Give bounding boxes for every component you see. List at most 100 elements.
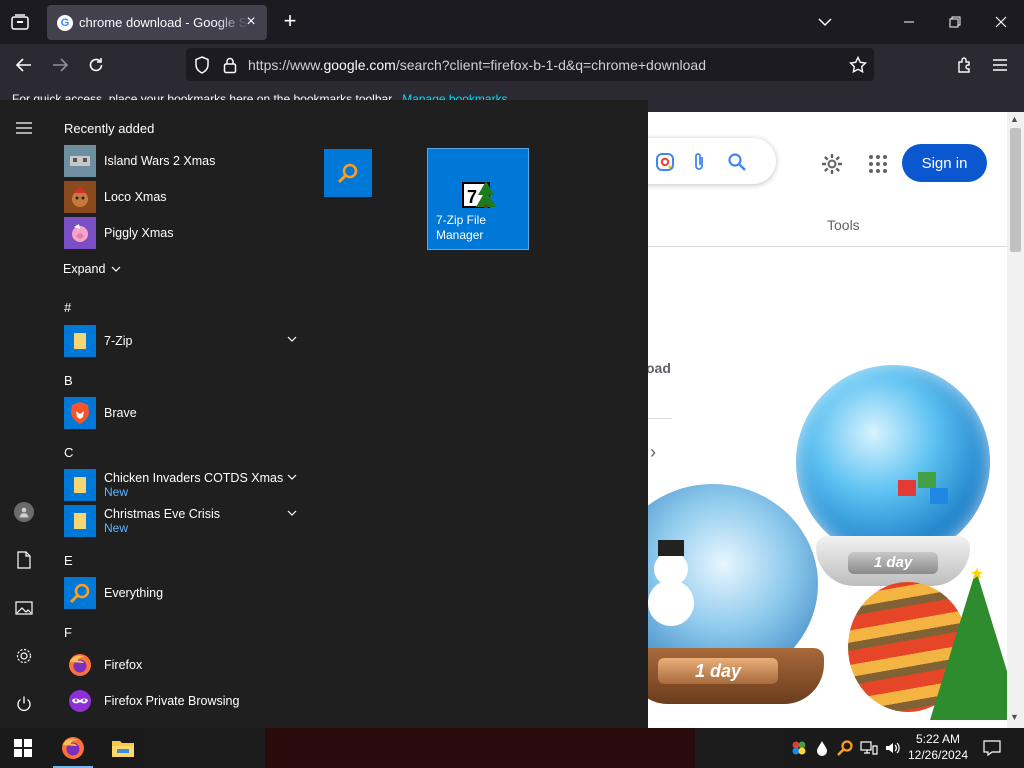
taskbar-firefox[interactable] [50, 728, 96, 768]
group-header-e[interactable]: E [64, 553, 73, 568]
app-everything[interactable]: Everything [64, 576, 304, 610]
firefox-view-button[interactable] [8, 10, 32, 34]
power-button[interactable] [12, 692, 36, 716]
tray-app-icon[interactable] [790, 738, 808, 758]
start-expand-button[interactable] [12, 116, 36, 140]
sign-in-button[interactable]: Sign in [902, 144, 987, 182]
new-tab-button[interactable]: + [279, 10, 301, 34]
gift-box [898, 480, 916, 496]
attach-file-icon[interactable] [688, 151, 710, 173]
list-all-tabs-button[interactable] [815, 12, 835, 32]
everything-search-icon [337, 163, 358, 184]
scroll-up-icon[interactable]: ▲ [1010, 114, 1019, 124]
close-icon [995, 16, 1007, 28]
documents-button[interactable] [12, 548, 36, 572]
power-icon [17, 696, 31, 711]
new-badge: New [104, 485, 129, 499]
expand-recent-button[interactable]: Expand [63, 262, 123, 276]
app-piggly-xmas[interactable]: Piggly Xmas [64, 216, 304, 250]
system-clock[interactable]: 5:22 AM 12/26/2024 [902, 731, 974, 763]
tile-7zip-file-manager[interactable]: 7 7-Zip File Manager [427, 148, 529, 250]
chevron-right-icon[interactable]: › [650, 442, 656, 463]
avatar [14, 502, 34, 522]
app-brave[interactable]: Brave [64, 396, 304, 430]
app-menu-button[interactable] [987, 53, 1013, 77]
desktop-wallpaper-strip [265, 728, 695, 768]
gear-icon [16, 648, 32, 664]
minimize-button[interactable] [898, 12, 920, 32]
app-firefox[interactable]: Firefox [64, 648, 304, 682]
url-bar[interactable]: https://www.google.com/search?client=fir… [186, 48, 874, 81]
search-box[interactable] [648, 138, 776, 184]
start-button[interactable] [0, 728, 46, 768]
clock-time: 5:22 AM [915, 732, 961, 746]
folder-icon [112, 741, 134, 757]
doodle-plaque-right: 1 day [848, 552, 938, 574]
hamburger-menu-icon [16, 122, 32, 134]
reload-button[interactable] [83, 53, 109, 77]
clock-date: 12/26/2024 [907, 748, 969, 762]
app-chicken-invaders-folder[interactable]: Chicken Invaders COTDS Xmas New [64, 468, 304, 502]
firefox-private-icon [64, 685, 96, 717]
app-label: Chicken Invaders COTDS Xmas [104, 471, 284, 485]
forward-arrow-icon [53, 58, 69, 72]
windows-logo-icon [14, 739, 32, 757]
app-firefox-private[interactable]: Firefox Private Browsing [64, 684, 304, 718]
folder-icon [64, 505, 96, 537]
bookmark-star-icon[interactable] [848, 55, 868, 75]
pictures-button[interactable] [12, 596, 36, 620]
notification-icon [983, 740, 1001, 757]
document-icon [17, 551, 31, 569]
firefox-icon [62, 737, 84, 759]
forward-button[interactable] [47, 53, 73, 77]
result-title-fragment[interactable]: oad [648, 360, 671, 376]
picture-icon [15, 601, 33, 615]
lock-icon[interactable] [220, 55, 240, 75]
settings-button[interactable] [820, 152, 844, 176]
network-icon[interactable] [860, 738, 878, 758]
page-scrollbar[interactable]: ▲ ▼ [1007, 112, 1024, 728]
snowman [648, 580, 694, 626]
hamburger-menu-icon [993, 59, 1007, 71]
restore-button[interactable] [944, 12, 966, 32]
extensions-button[interactable] [952, 53, 978, 77]
google-lens-icon[interactable] [654, 151, 676, 173]
user-account-button[interactable] [12, 500, 36, 524]
shield-icon[interactable] [192, 55, 212, 75]
tab-close-icon[interactable]: × [243, 14, 259, 30]
scrollbar-thumb[interactable] [1010, 128, 1021, 252]
app-christmas-eve-crisis-folder[interactable]: Christmas Eve Crisis New [64, 504, 304, 538]
url-text[interactable]: https://www.google.com/search?client=fir… [248, 57, 706, 73]
folder-icon [64, 325, 96, 357]
result-divider [648, 418, 672, 419]
app-loco-xmas[interactable]: Loco Xmas [64, 180, 304, 214]
volume-icon[interactable] [884, 738, 902, 758]
app-label: Island Wars 2 Xmas [104, 154, 216, 168]
taskbar-file-explorer[interactable] [100, 728, 146, 768]
tools-tab[interactable]: Tools [827, 217, 860, 233]
group-header-c[interactable]: C [64, 445, 73, 460]
settings-button[interactable] [12, 644, 36, 668]
close-window-button[interactable] [990, 12, 1012, 32]
tab-active[interactable]: G chrome download - Google Search × [47, 5, 267, 40]
app-7zip-folder[interactable]: 7-Zip [64, 324, 304, 358]
scroll-down-icon[interactable]: ▼ [1010, 712, 1019, 722]
back-arrow-icon [15, 58, 31, 72]
start-rail [0, 100, 48, 728]
group-header-hash[interactable]: # [64, 300, 71, 315]
action-center-button[interactable] [980, 736, 1004, 760]
gear-icon [822, 154, 842, 174]
everything-tray-icon[interactable] [836, 738, 854, 758]
chevron-down-icon [287, 510, 297, 516]
group-header-b[interactable]: B [64, 373, 73, 388]
back-button[interactable] [11, 53, 37, 77]
app-island-wars[interactable]: Island Wars 2 Xmas [64, 144, 304, 178]
search-icon[interactable] [726, 151, 748, 173]
restore-icon [949, 16, 961, 28]
water-drop-icon[interactable] [813, 738, 831, 758]
tile-everything[interactable] [324, 149, 372, 197]
group-header-f[interactable]: F [64, 625, 72, 640]
star-icon: ★ [970, 566, 985, 583]
everything-search-icon [64, 577, 96, 609]
google-apps-button[interactable] [866, 152, 890, 176]
